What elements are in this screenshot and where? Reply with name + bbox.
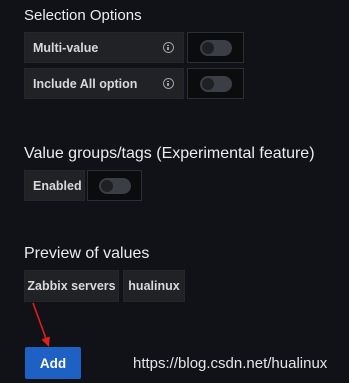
- selection-options-title: Selection Options: [24, 7, 142, 24]
- info-icon[interactable]: [163, 42, 174, 53]
- toggle-track[interactable]: [98, 177, 131, 194]
- multi-value-switch[interactable]: [187, 32, 244, 63]
- preview-title: Preview of values: [24, 245, 150, 262]
- enabled-label-text: Enabled: [33, 178, 82, 193]
- include-all-label-text: Include All option: [33, 76, 138, 91]
- arrow-shaft: [32, 302, 48, 341]
- toggle-knob: [100, 179, 113, 192]
- toggle-track[interactable]: [199, 75, 232, 92]
- info-icon[interactable]: [163, 78, 174, 89]
- value-groups-enabled-label: Enabled: [24, 170, 85, 201]
- value-groups-title: Value groups/tags (Experimental feature): [24, 145, 315, 162]
- toggle-knob: [201, 77, 214, 90]
- include-all-switch[interactable]: [187, 68, 244, 99]
- toggle-knob: [201, 41, 214, 54]
- arrow-head: [41, 336, 50, 347]
- watermark-text: https://blog.csdn.net/hualinux: [133, 355, 328, 372]
- multi-value-label-text: Multi-value: [33, 40, 99, 55]
- multi-value-label: Multi-value: [24, 32, 184, 63]
- include-all-label: Include All option: [24, 68, 184, 99]
- add-button[interactable]: Add: [25, 347, 81, 379]
- preview-value-chip: Zabbix servers: [24, 270, 119, 302]
- value-groups-switch[interactable]: [87, 170, 142, 201]
- annotation-arrow-icon: [32, 302, 50, 347]
- toggle-track[interactable]: [199, 39, 232, 56]
- preview-value-chip: hualinux: [123, 270, 185, 302]
